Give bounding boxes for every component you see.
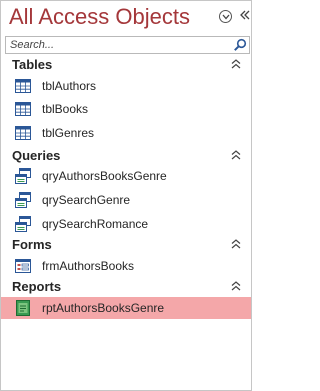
search-input[interactable] <box>8 37 234 53</box>
query-icon <box>15 192 31 208</box>
collapse-icon[interactable] <box>231 238 241 250</box>
shutter-bar-close-button[interactable] <box>238 8 252 22</box>
group-header-reports[interactable]: Reports <box>1 277 251 297</box>
group-header-tables[interactable]: Tables <box>1 55 251 75</box>
nav-item-qryAuthorsBooksGenre[interactable]: qryAuthorsBooksGenre <box>1 165 251 187</box>
group-title-reports: Reports <box>12 279 62 294</box>
table-icon <box>15 126 31 140</box>
pane-menu-button[interactable] <box>219 10 232 23</box>
nav-item-rptAuthorsBooksGenre[interactable]: rptAuthorsBooksGenre <box>1 297 251 319</box>
form-icon <box>15 259 31 273</box>
nav-item-tblBooks[interactable]: tblBooks <box>1 98 251 120</box>
navigation-pane: All Access Objects Tables <box>0 0 252 391</box>
pane-title[interactable]: All Access Objects <box>9 4 190 30</box>
collapse-icon[interactable] <box>231 58 241 70</box>
group-title-queries: Queries <box>12 148 61 163</box>
table-icon <box>15 79 31 93</box>
nav-item-label: tblAuthors <box>42 79 97 93</box>
nav-item-frmAuthorsBooks[interactable]: frmAuthorsBooks <box>1 255 251 277</box>
nav-item-label: qrySearchGenre <box>42 193 131 207</box>
nav-item-label: qryAuthorsBooksGenre <box>42 169 167 183</box>
nav-item-label: qrySearchRomance <box>42 217 149 231</box>
nav-item-tblGenres[interactable]: tblGenres <box>1 122 251 144</box>
double-chevron-left-icon <box>240 10 250 20</box>
nav-item-qrySearchRomance[interactable]: qrySearchRomance <box>1 213 251 235</box>
nav-item-tblAuthors[interactable]: tblAuthors <box>1 75 251 97</box>
nav-item-qrySearchGenre[interactable]: qrySearchGenre <box>1 189 251 211</box>
search-icon[interactable] <box>233 38 247 52</box>
group-title-tables: Tables <box>12 57 53 72</box>
chevron-down-icon <box>222 14 229 19</box>
collapse-icon[interactable] <box>231 280 241 292</box>
search-box <box>5 36 250 54</box>
nav-item-label: tblBooks <box>42 102 89 116</box>
group-header-queries[interactable]: Queries <box>1 146 251 166</box>
table-icon <box>15 102 31 116</box>
group-title-forms: Forms <box>12 237 52 252</box>
group-header-forms[interactable]: Forms <box>1 235 251 255</box>
nav-item-label: frmAuthorsBooks <box>42 259 135 273</box>
report-icon <box>16 300 30 316</box>
query-icon <box>15 168 31 184</box>
collapse-icon[interactable] <box>231 149 241 161</box>
query-icon <box>15 216 31 232</box>
nav-item-label: rptAuthorsBooksGenre <box>42 301 165 315</box>
nav-item-label: tblGenres <box>42 126 95 140</box>
pane-header: All Access Objects <box>1 1 251 37</box>
